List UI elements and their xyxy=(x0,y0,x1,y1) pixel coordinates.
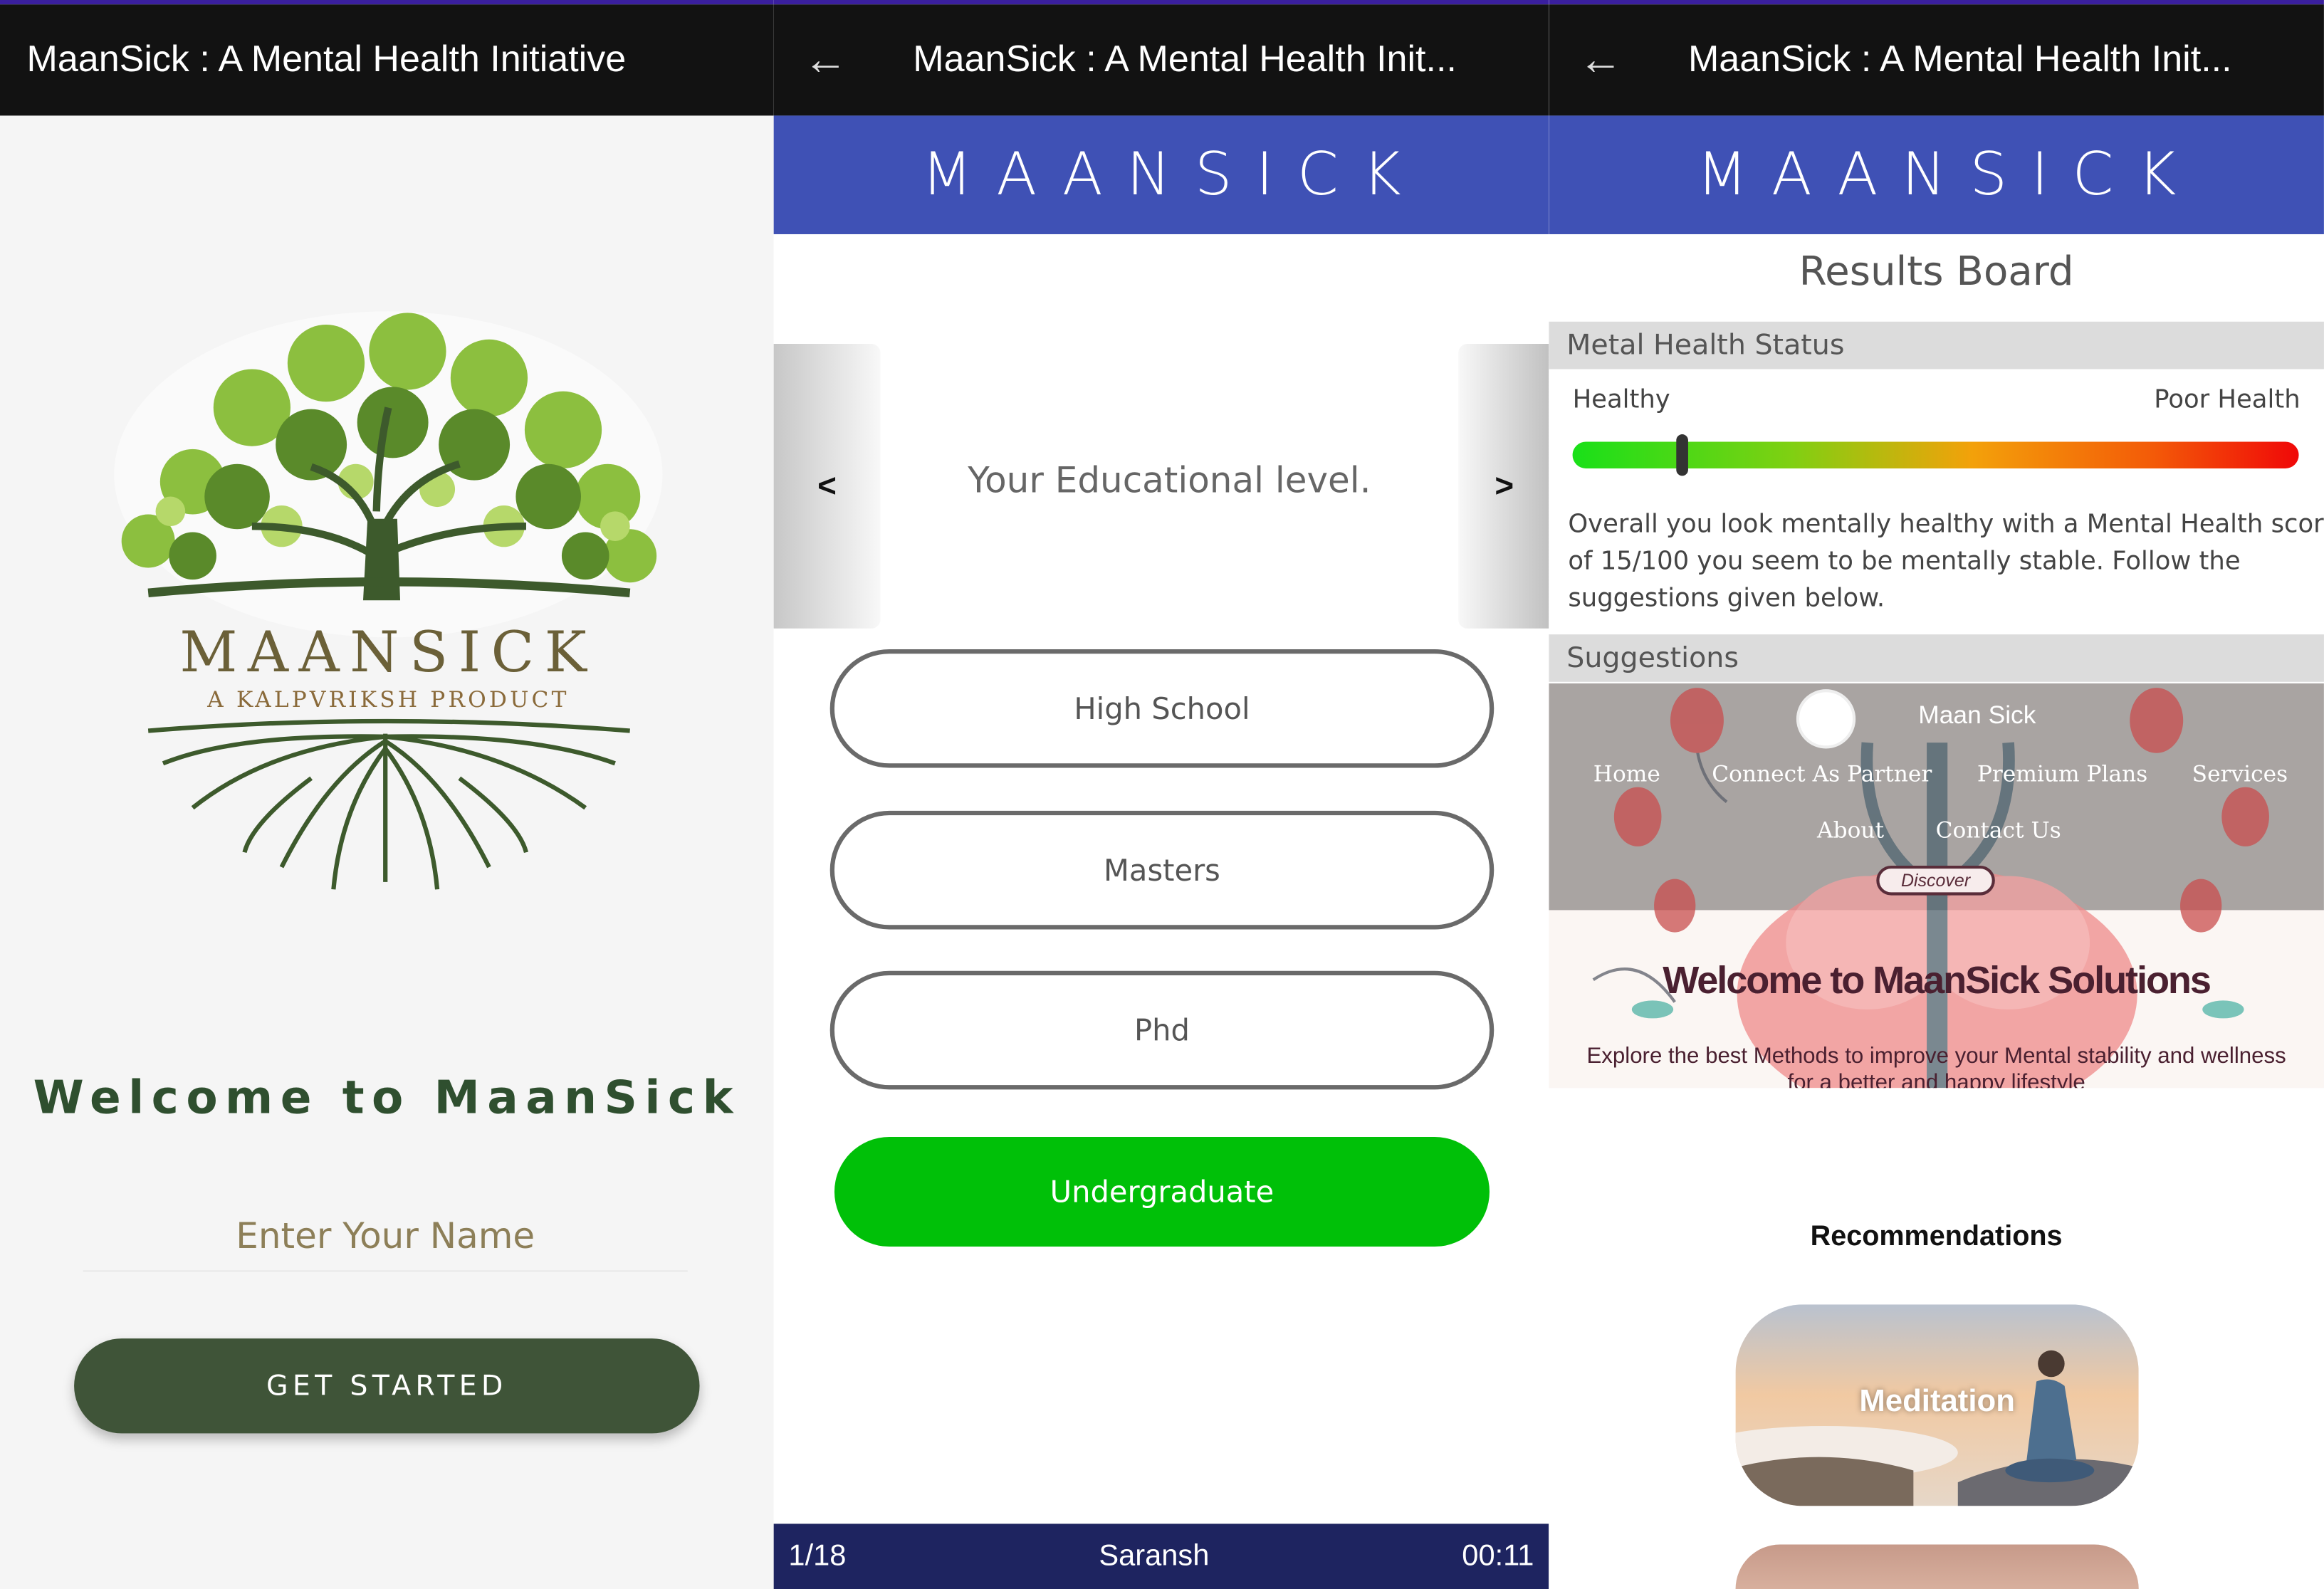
app-title: MaanSick : A Mental Health Init... xyxy=(1687,38,2232,80)
status-section-header: Metal Health Status xyxy=(1549,321,2324,369)
welcome-screen: MaanSick : A Mental Health Initiative MA… xyxy=(0,0,774,1589)
question-text: Your Educational level. xyxy=(968,459,1371,501)
suggested-website-preview[interactable]: Maan Sick Home Connect As Partner Premiu… xyxy=(1549,683,2324,1089)
quiz-footer: 1/18 Saransh 00:11 xyxy=(773,1524,1549,1589)
site-nav-contact-us[interactable]: Contact Us xyxy=(1936,817,2061,843)
site-nav-connect-as-partner[interactable]: Connect As Partner xyxy=(1712,760,1932,787)
logo-wordmark: MAANSICK xyxy=(179,619,597,685)
site-tagline: Explore the best Methods to improve your… xyxy=(1586,1043,2286,1089)
site-heading: Welcome to MaanSick Solutions xyxy=(1663,958,2212,1002)
results-screen: ← MaanSick : A Mental Health Init... MAA… xyxy=(1549,0,2324,1589)
app-bar: MaanSick : A Mental Health Initiative xyxy=(0,4,774,116)
quiz-screen: ← MaanSick : A Mental Health Init... MAA… xyxy=(773,0,1549,1589)
question-progress: 1/18 xyxy=(788,1539,847,1573)
app-bar: ← MaanSick : A Mental Health Init... xyxy=(1549,4,2324,116)
tree-roots xyxy=(147,718,630,890)
site-nav-about[interactable]: About xyxy=(1817,817,1884,843)
recommendation-label: Meditation xyxy=(1859,1384,2015,1419)
site-nav-premium-plans[interactable]: Premium Plans xyxy=(1977,760,2147,787)
quiz-timer: 00:11 xyxy=(1462,1539,1534,1573)
option-masters[interactable]: Masters xyxy=(829,810,1495,930)
score-indicator-handle xyxy=(1675,434,1687,476)
recommendation-card-next[interactable] xyxy=(1735,1544,2139,1589)
back-arrow-icon[interactable]: ← xyxy=(1549,35,1653,85)
option-high-school[interactable]: High School xyxy=(829,649,1495,768)
name-input[interactable] xyxy=(83,1200,688,1272)
brand-banner: MAANSICK xyxy=(1549,115,2324,234)
maansick-tree-logo: MAANSICK A KALPVRIKSH PRODUCT xyxy=(114,311,663,890)
scale-poor-label: Poor Health xyxy=(2154,385,2301,415)
site-name[interactable]: Maan Sick xyxy=(1549,701,2324,731)
user-name: Saransh xyxy=(1099,1539,1210,1573)
result-summary: Overall you look mentally healthy with a… xyxy=(1568,510,2324,614)
site-nav-services[interactable]: Services xyxy=(2192,760,2288,787)
suggestions-section-header: Suggestions xyxy=(1549,634,2324,682)
site-nav-home[interactable]: Home xyxy=(1593,760,1660,787)
scale-healthy-label: Healthy xyxy=(1572,385,1670,415)
recommendation-card-meditation[interactable]: Meditation xyxy=(1735,1304,2139,1506)
previous-question-button[interactable]: < xyxy=(773,344,881,629)
option-undergraduate-selected[interactable]: Undergraduate xyxy=(834,1136,1490,1247)
welcome-heading: Welcome to MaanSick xyxy=(33,1071,740,1126)
discover-button[interactable]: Discover xyxy=(1876,865,1995,896)
app-title: MaanSick : A Mental Health Init... xyxy=(913,38,1457,80)
back-arrow-icon[interactable]: ← xyxy=(774,35,878,85)
logo-tagline: A KALPVRIKSH PRODUCT xyxy=(206,687,569,713)
results-board-title: Results Board xyxy=(1799,248,2074,295)
brand-banner: MAANSICK xyxy=(773,115,1549,234)
tree-canopy xyxy=(114,311,663,638)
recommendations-title: Recommendations xyxy=(1810,1221,2063,1253)
next-question-button[interactable]: > xyxy=(1458,344,1549,629)
app-title: MaanSick : A Mental Health Initiative xyxy=(26,38,627,80)
option-phd[interactable]: Phd xyxy=(829,970,1495,1090)
app-bar: ← MaanSick : A Mental Health Init... xyxy=(773,4,1549,116)
get-started-button[interactable]: GET STARTED xyxy=(74,1338,700,1434)
